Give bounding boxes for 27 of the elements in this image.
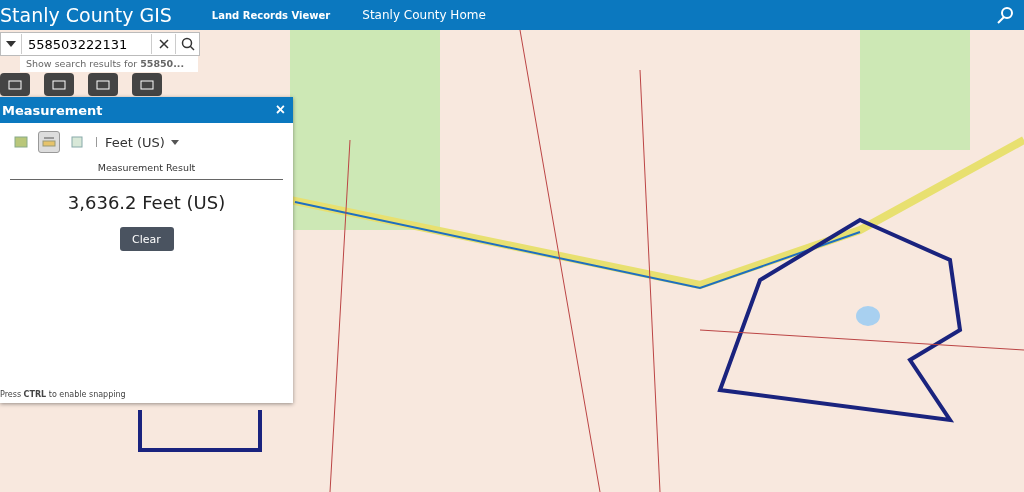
- caret-icon[interactable]: [6, 41, 16, 47]
- map-tool-button[interactable]: [88, 73, 118, 96]
- measurement-result: 3,636.2 Feet (US): [66, 192, 227, 213]
- tool-icon: [140, 78, 154, 91]
- map-tool-button[interactable]: [132, 73, 162, 96]
- close-icon: [158, 39, 169, 49]
- header-link[interactable]: Stanly County Home: [362, 8, 486, 22]
- map-tool-button[interactable]: [0, 73, 30, 96]
- panel-title: Measurement: [2, 102, 103, 118]
- tool-icon: [96, 78, 110, 91]
- ruler-icon: [42, 136, 56, 148]
- close-button[interactable]: ×: [275, 101, 285, 119]
- app-title: Stanly County GIS: [0, 4, 172, 26]
- snapping-hint: Press CTRL to enable snapping: [0, 390, 127, 401]
- search-icon: [180, 37, 195, 51]
- search-suggestion[interactable]: Show search results for 55850...: [20, 56, 198, 72]
- clear-button[interactable]: Clear: [119, 227, 174, 251]
- search-icon[interactable]: [996, 6, 1014, 24]
- caret-icon: [170, 139, 179, 145]
- tool-icon: [8, 78, 22, 91]
- header-link[interactable]: Land Records Viewer: [211, 9, 331, 21]
- unit-dropdown[interactable]: Feet (US): [105, 134, 179, 150]
- result-label: Measurement Result: [10, 162, 283, 180]
- tool-icon: [52, 78, 66, 91]
- map-tool-button[interactable]: [44, 73, 74, 96]
- search-field[interactable]: 558503222131: [0, 32, 200, 56]
- area-icon: [14, 136, 28, 148]
